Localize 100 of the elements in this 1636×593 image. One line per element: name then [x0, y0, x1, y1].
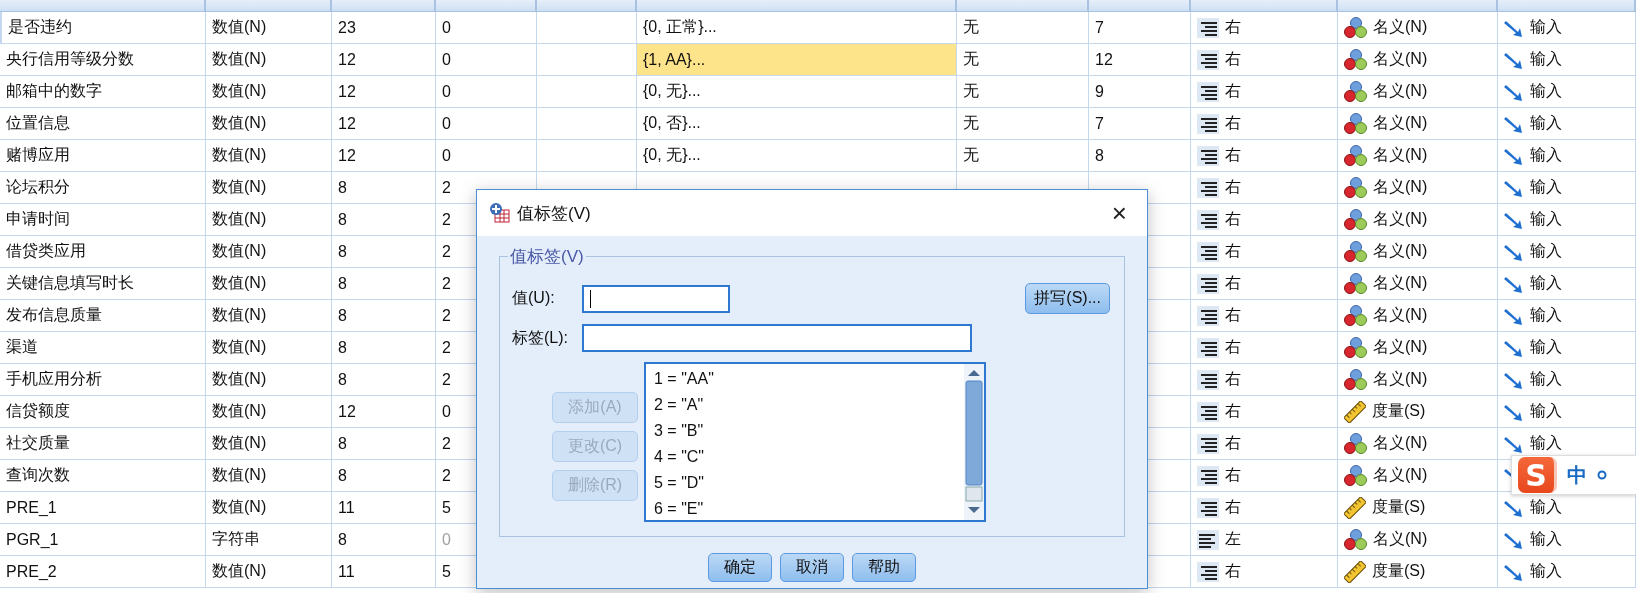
- table-cell: 12: [1089, 44, 1191, 76]
- table-cell: 申请时间: [0, 204, 206, 236]
- role-label: 输入: [1530, 145, 1562, 165]
- measure-label: 名义(N): [1373, 241, 1428, 261]
- align-right-icon: [1197, 17, 1219, 38]
- label-input-field[interactable]: [582, 324, 972, 352]
- table-cell: 社交质量: [0, 428, 206, 460]
- measure-label: 名义(N): [1373, 17, 1428, 37]
- table-cell: 7: [1089, 108, 1191, 140]
- table-cell: 12: [332, 44, 436, 76]
- list-item[interactable]: 2 = "A": [654, 394, 956, 416]
- align-label: 右: [1225, 273, 1241, 293]
- align-right-icon: [1197, 241, 1219, 262]
- role-label: 输入: [1530, 81, 1562, 101]
- list-item[interactable]: 1 = "AA": [654, 368, 956, 390]
- table-cell[interactable]: {0, 否}...: [637, 108, 957, 140]
- align-label: 右: [1225, 17, 1241, 37]
- circles-icon: [1344, 529, 1367, 550]
- circles-icon: [1344, 273, 1367, 294]
- align-label: 右: [1225, 337, 1241, 357]
- spell-button[interactable]: 拼写(S)...: [1025, 283, 1110, 314]
- punctuation-icon: [1597, 470, 1607, 480]
- table-cell: 数值(N): [206, 12, 332, 44]
- ime-mode[interactable]: 中: [1567, 461, 1587, 489]
- dialog-button[interactable]: 取消: [780, 553, 844, 582]
- value-label-list[interactable]: 1 = "AA" 2 = "A" 3 = "B" 4 = "C" 5 = "D" 6 = "E": [644, 362, 986, 522]
- measure-label: 名义(N): [1373, 433, 1428, 453]
- table-cell[interactable]: {0, 无}...: [637, 76, 957, 108]
- align-label: 右: [1225, 177, 1241, 197]
- table-cell: 字符串: [206, 524, 332, 556]
- table-cell: 数值(N): [206, 44, 332, 76]
- table-cell: 无: [957, 140, 1089, 172]
- table-cell: 8: [1089, 140, 1191, 172]
- circles-icon: [1344, 113, 1367, 134]
- table-cell: 0: [436, 140, 537, 172]
- table-cell: 数值(N): [206, 236, 332, 268]
- align-label: 右: [1225, 497, 1241, 517]
- list-item[interactable]: 3 = "B": [654, 420, 956, 442]
- measure-label: 名义(N): [1373, 465, 1428, 485]
- circles-icon: [1344, 177, 1367, 198]
- measure-label: 度量(S): [1372, 401, 1426, 421]
- align-right-icon: [1197, 305, 1219, 326]
- align-right-icon: [1197, 49, 1219, 70]
- circles-icon: [1344, 17, 1367, 38]
- circles-icon: [1344, 305, 1367, 326]
- circles-icon: [1344, 433, 1367, 454]
- table-cell: 数值(N): [206, 140, 332, 172]
- measure-label: 名义(N): [1373, 145, 1428, 165]
- table-cell: 数值(N): [206, 204, 332, 236]
- measure-label: 度量(S): [1372, 561, 1426, 581]
- table-cell: 关键信息填写时长: [0, 268, 206, 300]
- role-label: 输入: [1530, 241, 1562, 261]
- align-label: 右: [1225, 305, 1241, 325]
- align-right-icon: [1197, 497, 1219, 518]
- table-cell: 信贷额度: [0, 396, 206, 428]
- align-right-icon: [1197, 433, 1219, 454]
- table-cell: 借贷类应用: [0, 236, 206, 268]
- align-label: 右: [1225, 465, 1241, 485]
- table-cell: 邮箱中的数字: [0, 76, 206, 108]
- role-label: 输入: [1530, 561, 1562, 581]
- table-cell[interactable]: {0, 无}...: [637, 140, 957, 172]
- table-cell: 数值(N): [206, 108, 332, 140]
- table-cell[interactable]: {1, AA}...: [637, 44, 957, 76]
- role-label: 输入: [1530, 529, 1562, 549]
- list-item[interactable]: 5 = "D": [654, 472, 956, 494]
- list-item[interactable]: 6 = "E": [654, 498, 956, 520]
- align-label: 右: [1225, 49, 1241, 69]
- align-label: 右: [1225, 561, 1241, 581]
- align-label: 右: [1225, 113, 1241, 133]
- measure-label: 度量(S): [1372, 497, 1426, 517]
- circles-icon: [1344, 209, 1367, 230]
- circles-icon: [1344, 145, 1367, 166]
- role-label: 输入: [1530, 177, 1562, 197]
- table-cell: 数值(N): [206, 428, 332, 460]
- table-cell: 无: [957, 44, 1089, 76]
- align-label: 右: [1225, 433, 1241, 453]
- role-label: 输入: [1530, 49, 1562, 69]
- table-cell: 数值(N): [206, 364, 332, 396]
- measure-label: 名义(N): [1373, 529, 1428, 549]
- dialog-button[interactable]: 帮助: [852, 553, 916, 582]
- list-item[interactable]: 4 = "C": [654, 446, 956, 468]
- align-right-icon: [1197, 113, 1219, 134]
- align-right-icon: [1197, 145, 1219, 166]
- table-cell: 8: [332, 524, 436, 556]
- dialog-button[interactable]: 确定: [708, 553, 772, 582]
- table-cell: 数值(N): [206, 556, 332, 588]
- close-button[interactable]: ×: [1103, 200, 1135, 226]
- table-cell: 数值(N): [206, 332, 332, 364]
- measure-label: 名义(N): [1373, 49, 1428, 69]
- table-cell: 无: [957, 108, 1089, 140]
- align-label: 右: [1225, 401, 1241, 421]
- table-cell: 0: [436, 44, 537, 76]
- table-cell: 8: [332, 460, 436, 492]
- table-cell[interactable]: {0, 正常}...: [637, 12, 957, 44]
- table-cell: 8: [332, 332, 436, 364]
- align-right-icon: [1197, 337, 1219, 358]
- align-label: 右: [1225, 241, 1241, 261]
- value-input-field[interactable]: [582, 284, 730, 313]
- table-cell: 8: [332, 172, 436, 204]
- role-label: 输入: [1530, 433, 1562, 453]
